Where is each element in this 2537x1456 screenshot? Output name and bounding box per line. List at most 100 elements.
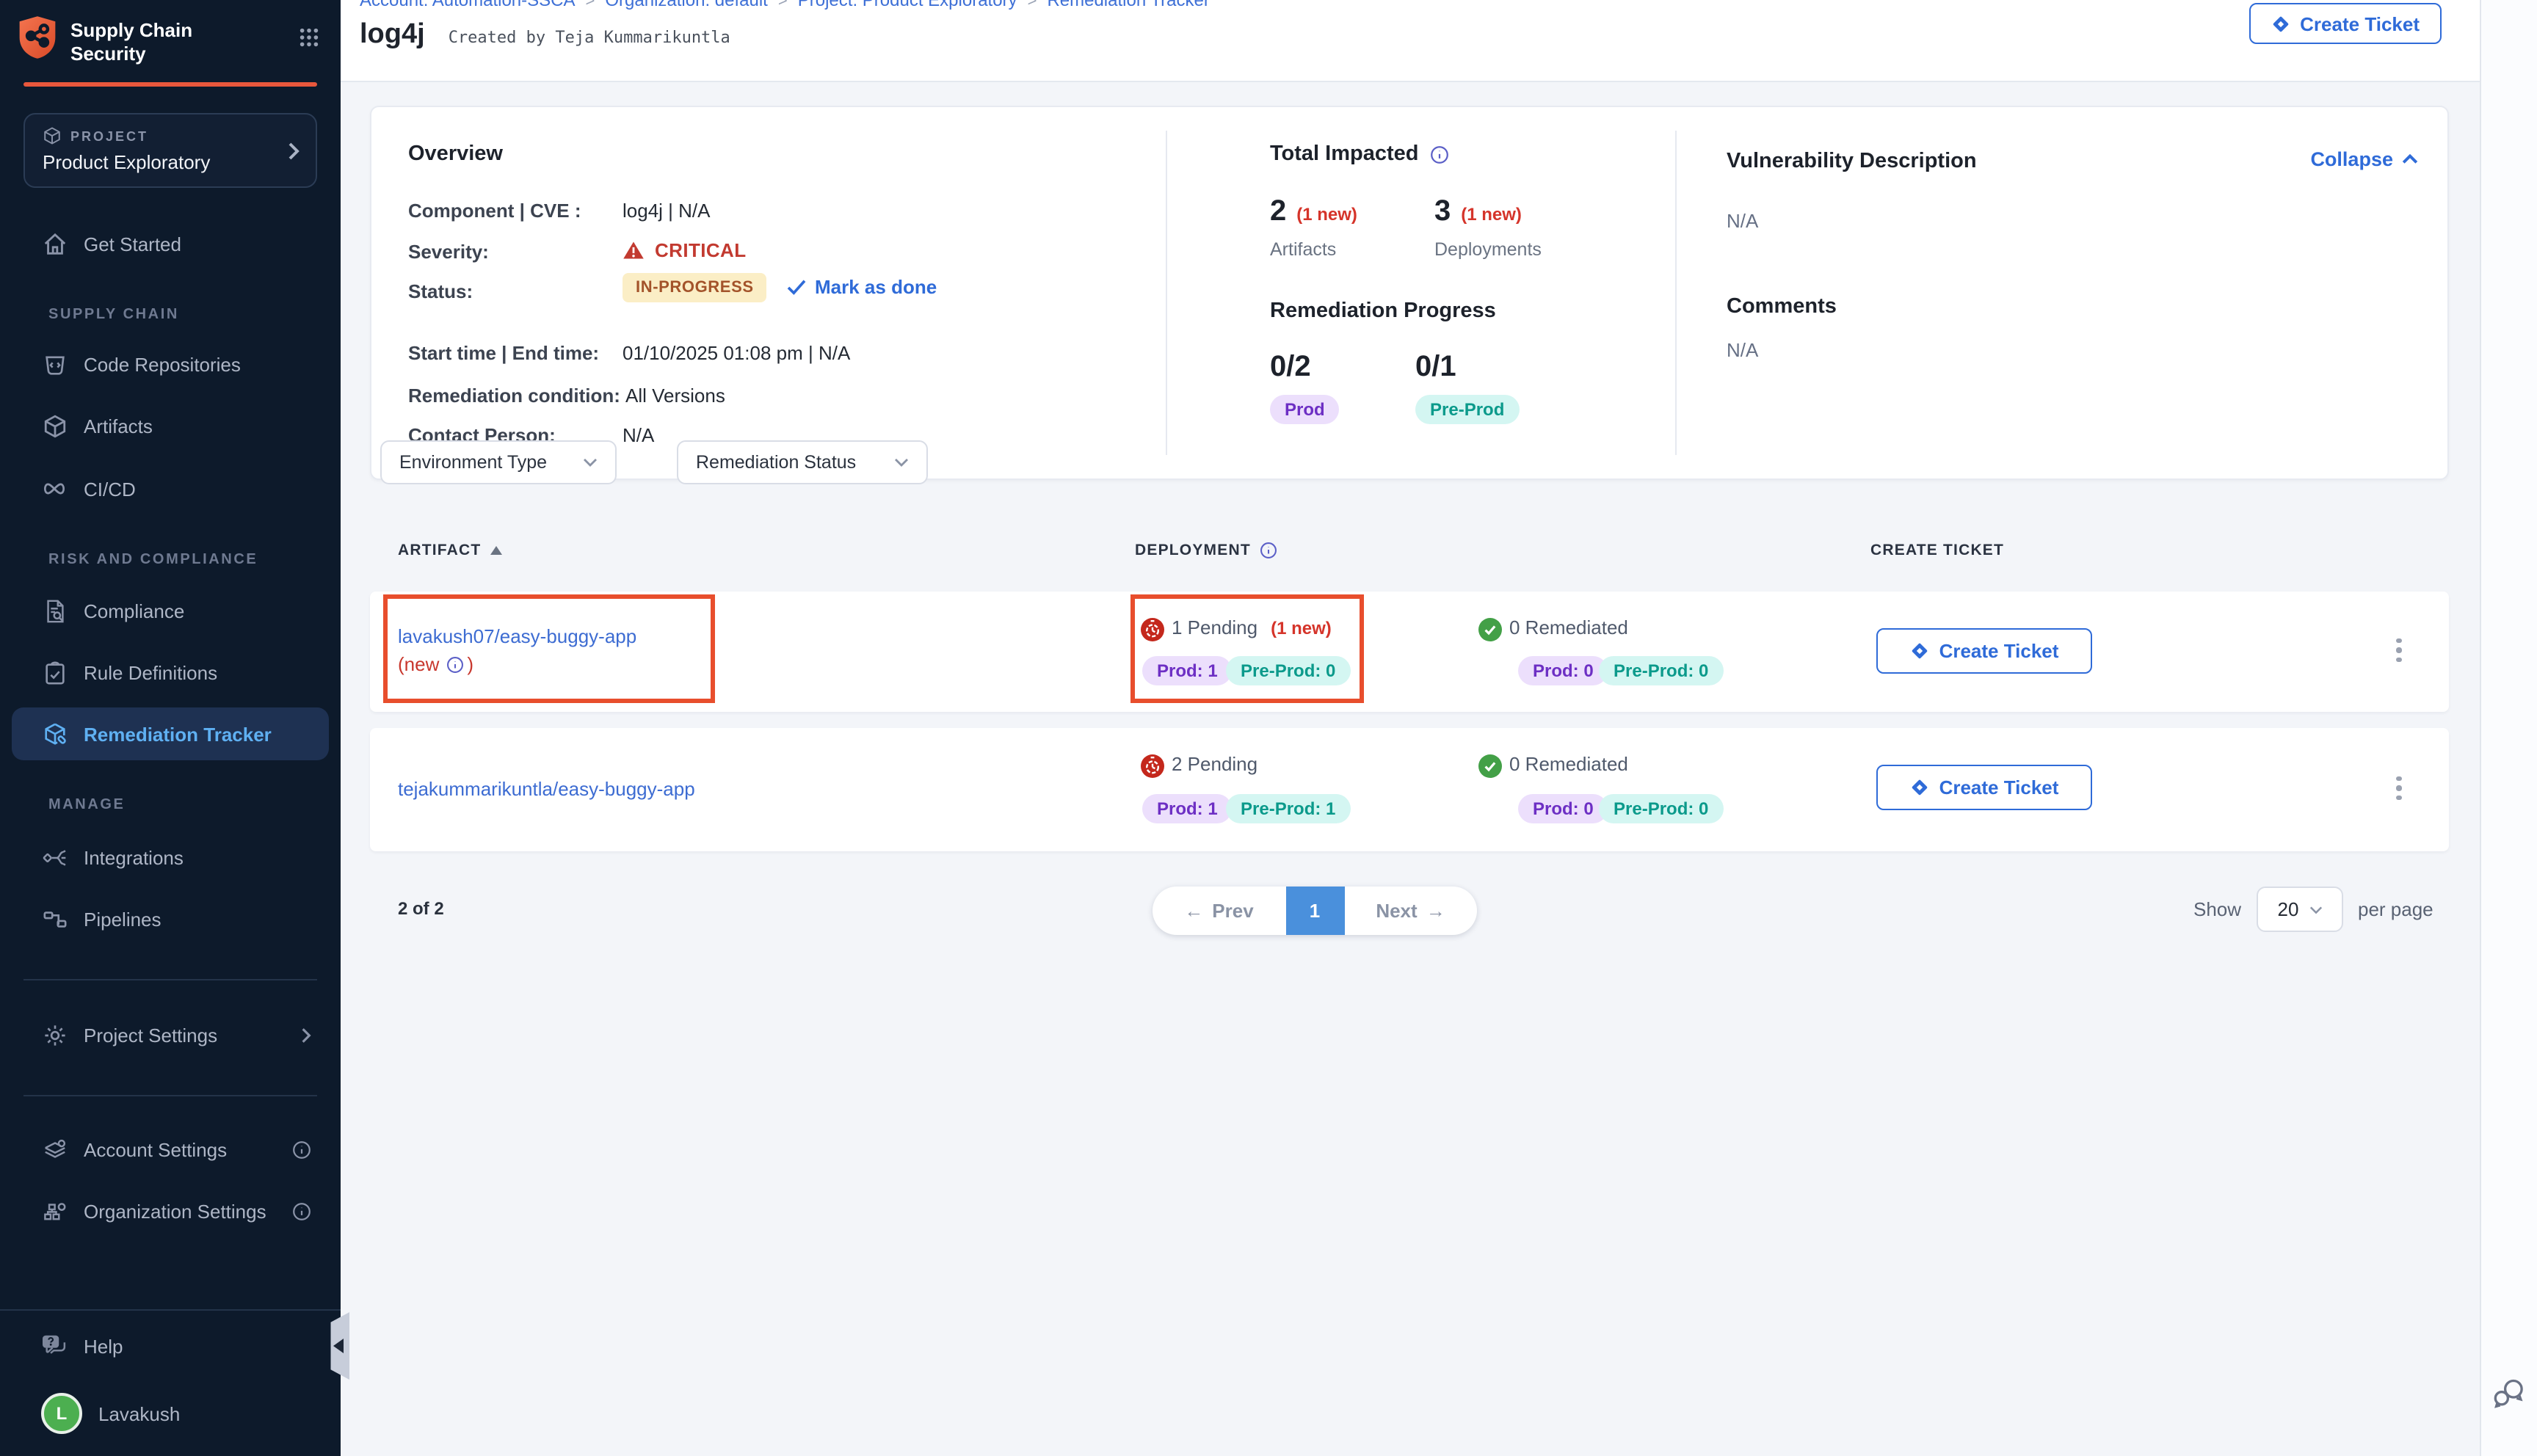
info-icon[interactable] [1431, 145, 1450, 164]
page-header: Account: Automation-SSCA > Organization: d… [341, 0, 2480, 82]
breadcrumb-separator: > [586, 0, 595, 10]
project-cube-icon [43, 126, 62, 145]
sidebar-item-account-settings[interactable]: Account Settings [12, 1123, 329, 1176]
card-divider [1166, 131, 1167, 455]
title-row: log4j Created by Teja Kummarikuntla [360, 19, 730, 51]
breadcrumb-organization-link[interactable]: Organization: default [605, 0, 768, 10]
sidebar-item-integrations[interactable]: Integrations [12, 831, 329, 884]
breadcrumb-project-link[interactable]: Project: Product Exploratory [798, 0, 1017, 10]
breadcrumb-current-link[interactable]: Remediation Tracker [1047, 0, 1209, 10]
info-icon[interactable] [1260, 542, 1277, 559]
create-ticket-button-row[interactable]: Create Ticket [1876, 628, 2092, 674]
remediation-status-filter[interactable]: Remediation Status [677, 440, 928, 484]
sidebar-item-artifacts[interactable]: Artifacts [12, 399, 329, 452]
table-row: tejakummarikuntla/easy-buggy-app 2 Pendi… [370, 728, 2449, 851]
sidebar-item-remediation-tracker[interactable]: Remediation Tracker [12, 707, 329, 760]
breadcrumb: Account: Automation-SSCA > Organization: d… [360, 0, 1210, 10]
page-number-button[interactable]: 1 [1285, 887, 1344, 935]
ticket-diamond-icon [1910, 641, 1929, 660]
info-icon[interactable] [446, 655, 464, 673]
sidebar: Supply ChainSecurity PROJECT Product Exp… [0, 0, 341, 1456]
integrations-icon [41, 845, 68, 870]
remediation-condition-label: Remediation condition: [408, 385, 620, 407]
breadcrumb-separator: > [778, 0, 788, 10]
rule-definitions-icon [41, 660, 68, 685]
severity-value: CRITICAL [623, 239, 747, 261]
sidebar-item-cicd[interactable]: CI/CD [12, 462, 329, 515]
warning-triangle-icon [623, 241, 645, 260]
collapse-link[interactable]: Collapse [2310, 148, 2418, 170]
scrollbar-gutter[interactable] [2480, 0, 2537, 1456]
create-ticket-button-row[interactable]: Create Ticket [1876, 765, 2092, 810]
app-switcher-grid-icon[interactable] [298, 15, 320, 48]
project-selector[interactable]: PROJECT Product Exploratory [23, 113, 317, 188]
app-root: Supply ChainSecurity PROJECT Product Exp… [0, 0, 2537, 1456]
chevron-down-icon [2309, 905, 2322, 914]
sidebar-item-label: Remediation Tracker [84, 723, 272, 745]
sidebar-item-label: Organization Settings [84, 1200, 266, 1222]
sidebar-item-help[interactable]: Help [12, 1320, 329, 1372]
row-menu-kebab-icon[interactable] [2386, 633, 2412, 668]
column-header-artifact[interactable]: ARTIFACT [398, 542, 501, 559]
mark-as-done-link[interactable]: Mark as done [787, 276, 937, 298]
brand-divider [23, 82, 317, 87]
prev-page-button[interactable]: ← Prev [1153, 887, 1285, 935]
support-chat-icon[interactable] [2490, 1375, 2527, 1412]
sidebar-divider [23, 1095, 317, 1096]
sidebar-item-rule-definitions[interactable]: Rule Definitions [12, 646, 329, 699]
remediated-check-icon [1478, 754, 1502, 778]
impacted-deployments-label: Deployments [1434, 239, 1542, 260]
status-label: Status: [408, 280, 473, 302]
sidebar-user-menu[interactable]: L Lavakush [12, 1386, 329, 1441]
sidebar-item-get-started[interactable]: Get Started [12, 217, 329, 270]
table-row: lavakush07/easy-buggy-app (new ) 1 Pendi… [370, 592, 2449, 712]
sidebar-item-project-settings[interactable]: Project Settings [12, 1008, 329, 1061]
row-menu-kebab-icon[interactable] [2386, 771, 2412, 806]
arrow-left-icon: ← [1184, 900, 1203, 922]
sidebar-item-compliance[interactable]: Compliance [12, 584, 329, 637]
new-count: (1 new) [1296, 204, 1357, 225]
sidebar-item-code-repositories[interactable]: Code Repositories [12, 338, 329, 390]
component-cve-value: log4j | N/A [623, 200, 711, 222]
sidebar-item-label: Artifacts [84, 415, 153, 437]
org-hierarchy-gear-icon [41, 1198, 68, 1223]
sidebar-item-organization-settings[interactable]: Organization Settings [12, 1184, 329, 1237]
arrow-right-icon: → [1426, 900, 1445, 922]
cicd-icon [41, 480, 68, 498]
sidebar-footer: Help L Lavakush [0, 1309, 341, 1456]
help-chat-icon [41, 1334, 68, 1358]
pending-timer-icon [1141, 618, 1164, 641]
breadcrumb-account-link[interactable]: Account: Automation-SSCA [360, 0, 576, 10]
info-icon[interactable] [292, 1140, 311, 1159]
show-label: Show [2193, 898, 2241, 920]
pagination-control: ← Prev 1 Next → [1153, 887, 1477, 935]
info-icon[interactable] [292, 1201, 311, 1220]
overview-heading: Overview [408, 142, 503, 166]
sidebar-item-pipelines[interactable]: Pipelines [12, 892, 329, 945]
sort-ascending-icon [490, 546, 501, 555]
page-size-select[interactable]: 20 [2257, 887, 2343, 932]
pending-new-count: (1 new) [1271, 618, 1332, 638]
artifact-link[interactable]: lavakush07/easy-buggy-app [398, 625, 636, 647]
next-page-button[interactable]: Next → [1344, 887, 1477, 935]
sidebar-item-label: Integrations [84, 846, 184, 868]
pending-timer-icon [1141, 754, 1164, 778]
create-ticket-button-top[interactable]: Create Ticket [2249, 3, 2442, 44]
sidebar-section-supply-chain: SUPPLY CHAIN [0, 302, 341, 326]
severity-label: Severity: [408, 241, 489, 263]
pipelines-icon [41, 906, 68, 931]
sidebar-item-label: Rule Definitions [84, 661, 217, 683]
time-value: 01/10/2025 01:08 pm | N/A [623, 342, 850, 364]
deploy-preprod-badge: Pre-Prod: 0 [1226, 656, 1350, 685]
compliance-icon [41, 598, 68, 623]
home-icon [41, 231, 68, 256]
artifacts-icon [41, 413, 68, 438]
progress-preprod-value: 0/1 [1415, 351, 1456, 385]
remediation-tracker-icon [41, 721, 68, 746]
artifact-link[interactable]: tejakummarikuntla/easy-buggy-app [398, 778, 695, 800]
environment-type-filter[interactable]: Environment Type [380, 440, 617, 484]
impacted-artifacts-label: Artifacts [1270, 239, 1336, 260]
highlight-box-deployment [1130, 594, 1364, 703]
chevron-left-icon [333, 1339, 343, 1353]
remediated-prod-badge: Prod: 0 [1518, 656, 1608, 685]
